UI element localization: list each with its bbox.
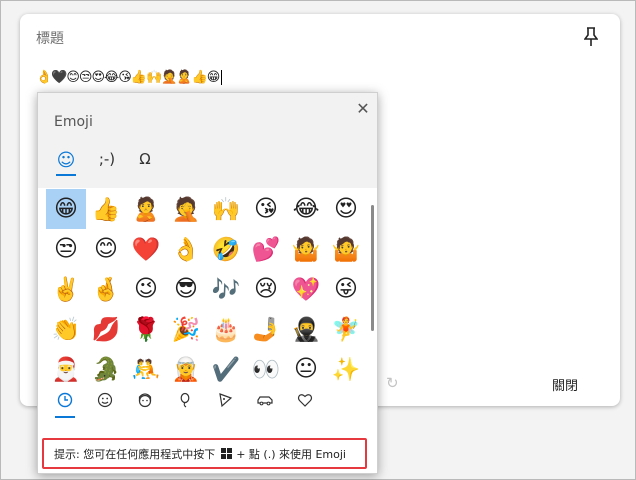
car-icon[interactable] [254,389,276,411]
tab-symbols[interactable]: Ω [137,150,153,172]
emoji-cell[interactable]: 😜 [326,269,366,309]
emoji-grid: 😁 👍 🙎 🤦 🙌 😘 😂 😍 😒 😊 ❤️ 👌 🤣 💕 🤷 🤷 ✌️ 🤞 😉 😎 🎶 😢 💖 😜 👏 💋 🌹 🎉 🎂 🤳 🥷 🧚 🎅 🐊 🤼 🧝 ✔️… [46,189,366,382]
emoji-cell[interactable]: 🙎 [126,189,166,229]
close-button[interactable]: 關閉 [552,375,578,394]
emoji-cell[interactable]: ❤️ [126,229,166,269]
emoji-cell[interactable]: ✔️ [206,349,246,383]
emoji-cell[interactable]: 👍 [86,189,126,229]
close-icon[interactable]: ✕ [354,100,372,118]
emoji-cell[interactable]: ✌️ [46,269,86,309]
emoji-cell[interactable]: 😍 [326,189,366,229]
emoji-cell[interactable]: 🤞 [86,269,126,309]
emoji-cell[interactable]: 😂 [286,189,326,229]
emoji-cell[interactable]: 😁 [46,189,86,229]
emoji-cell[interactable]: 😐 [286,349,326,382]
emoji-cell[interactable]: 👌 [166,229,206,269]
emoji-picker-panel: ✕ Emoji ☺ ;-) Ω 😁 👍 🙎 🤦 🙌 😘 😂 😍 😒 😊 ❤️ 👌 🤣 💕 🤷 🤷 ✌️ 🤞 😉 😎 🎶 😢… [37,92,378,474]
tip-bar: 提示: 您可在任何應用程式中按下 + 點 (.) 來使用 Emoji [42,438,367,469]
emoji-cell[interactable]: 🎂 [206,309,246,349]
emoji-cell[interactable]: 💖 [286,269,326,309]
emoji-panel-title: Emoji [54,114,93,130]
pin-icon[interactable] [582,26,600,48]
smiley-icon: ☺ [56,150,76,171]
balloon-icon[interactable] [174,389,196,411]
text-caret [221,70,223,85]
emoji-cell[interactable]: 💕 [246,229,286,269]
emoji-cell[interactable]: 😢 [246,269,286,309]
heart-icon[interactable] [294,389,316,411]
emoji-cell[interactable]: 🎉 [166,309,206,349]
emoji-category-bar [38,385,377,421]
windows-logo-icon [221,448,233,459]
emoji-panel-header: ✕ Emoji ☺ ;-) Ω [38,93,377,188]
note-body-text[interactable]: 👌🖤😊😒😍😂😘👍🙌🤦🙎👍😁 [36,69,223,87]
pizza-icon[interactable] [214,389,236,411]
emoji-cell[interactable]: 💋 [86,309,126,349]
tab-emoji[interactable]: ☺ [56,150,76,176]
emoji-cell[interactable]: 👀 [246,349,286,383]
emoji-cell[interactable]: 😉 [126,269,166,309]
smiley-icon[interactable] [94,389,116,411]
emoji-cell[interactable]: 🐊 [86,349,126,383]
emoji-cell[interactable]: 😎 [166,269,206,309]
tip-suffix: + 點 (.) 來使用 Emoji [236,447,346,461]
emoji-cell[interactable]: 👏 [46,309,86,349]
emoji-cell[interactable]: 🤷 [326,229,366,269]
emoji-cell[interactable]: 🤦 [166,189,206,229]
emoji-cell[interactable]: ✨ [326,349,366,383]
emoji-cell[interactable]: 🎅 [46,349,86,383]
emoji-cell[interactable]: 🤷 [286,229,326,269]
face-with-headphones-icon[interactable] [134,389,156,411]
redo-icon[interactable]: ↻ [386,374,399,392]
emoji-cell[interactable]: 🧝 [166,349,206,383]
tab-kaomoji[interactable]: ;-) [96,150,118,172]
emoji-cell[interactable]: 🧚 [326,309,366,349]
note-body-emojis: 👌🖤😊😒😍😂😘👍🙌🤦🙎👍😁 [36,70,220,85]
emoji-cell[interactable]: 😒 [46,229,86,269]
emoji-cell[interactable]: 😘 [246,189,286,229]
emoji-cell[interactable]: 😊 [86,229,126,269]
emoji-cell[interactable]: 🎶 [206,269,246,309]
tip-prefix: 提示: 您可在任何應用程式中按下 [54,447,216,461]
emoji-cell[interactable]: 🥷 [286,309,326,349]
emoji-cell[interactable]: 🤼 [126,349,166,383]
scrollbar[interactable] [371,205,374,331]
emoji-cell[interactable]: 🙌 [206,189,246,229]
emoji-cell[interactable]: 🤣 [206,229,246,269]
emoji-cell[interactable]: 🌹 [126,309,166,349]
note-title[interactable]: 標題 [36,28,64,48]
clock-icon[interactable] [54,389,76,418]
emoji-cell[interactable]: 🤳 [246,309,286,349]
